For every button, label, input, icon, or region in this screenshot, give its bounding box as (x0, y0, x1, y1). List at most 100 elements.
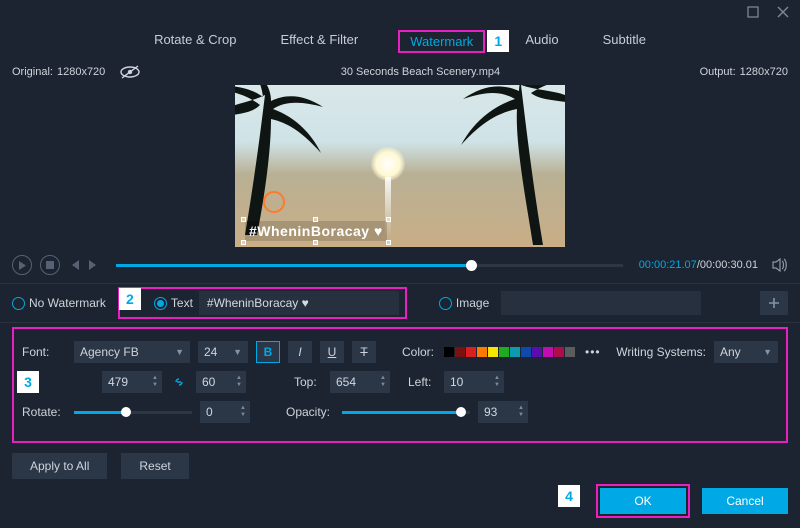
color-swatch[interactable] (455, 347, 465, 357)
color-swatch[interactable] (466, 347, 476, 357)
apply-to-all-button[interactable]: Apply to All (12, 453, 107, 479)
video-preview[interactable]: #WheninBoracay ♥ (235, 85, 565, 247)
color-swatch[interactable] (444, 347, 454, 357)
writing-system-select[interactable]: Any▼ (714, 341, 778, 363)
top-spinner[interactable]: ▲▼ (330, 371, 390, 393)
tab-bar: Rotate & Crop Effect & Filter Watermark … (0, 24, 800, 63)
size-height-input[interactable] (196, 371, 232, 393)
rotate-input[interactable] (200, 401, 236, 423)
bottom-buttons: Apply to All Reset (0, 443, 800, 479)
titlebar (0, 0, 800, 24)
original-label: Original: (12, 66, 53, 78)
tab-rotate-crop[interactable]: Rotate & Crop (150, 30, 240, 53)
radio-image[interactable]: Image (439, 296, 489, 310)
output-resolution: 1280x720 (740, 66, 788, 78)
preview-area: #WheninBoracay ♥ (0, 81, 800, 249)
timecode: 00:00:21.07/00:00:30.01 (639, 259, 758, 271)
radio-text[interactable]: Text (154, 296, 193, 310)
color-swatch[interactable] (521, 347, 531, 357)
rotate-handle-icon[interactable] (263, 191, 285, 213)
resolution-info: Original: 1280x720 30 Seconds Beach Scen… (0, 63, 800, 81)
italic-button[interactable]: I (288, 341, 312, 363)
compare-icon[interactable] (119, 65, 141, 79)
underline-button[interactable]: U (320, 341, 344, 363)
spin-up-icon[interactable]: ▲ (152, 375, 158, 382)
output-label: Output: (700, 66, 736, 78)
size-width-spinner[interactable]: ▲▼ (102, 371, 162, 393)
color-swatch[interactable] (532, 347, 542, 357)
radio-no-watermark[interactable]: No Watermark (12, 296, 106, 310)
maximize-button[interactable] (744, 3, 762, 21)
tab-watermark[interactable]: Watermark (406, 32, 477, 51)
volume-icon[interactable] (772, 258, 788, 272)
add-image-button[interactable] (760, 291, 788, 315)
top-label: Top: (294, 375, 322, 389)
filename: 30 Seconds Beach Scenery.mp4 (341, 66, 500, 78)
tab-audio[interactable]: Audio (521, 30, 562, 53)
strikethrough-button[interactable]: T (352, 341, 376, 363)
original-resolution: 1280x720 (57, 66, 105, 78)
left-input[interactable] (444, 371, 490, 393)
writing-system-value: Any (720, 345, 741, 359)
close-button[interactable] (774, 3, 792, 21)
font-size-value: 24 (204, 345, 217, 359)
callout-3: 3 (17, 371, 39, 393)
ok-button[interactable]: OK (600, 488, 686, 514)
next-frame-button[interactable] (88, 259, 100, 271)
watermark-source: No Watermark 2 Text Image (0, 283, 800, 323)
color-swatch[interactable] (477, 347, 487, 357)
color-label: Color: (402, 345, 436, 359)
font-family-value: Agency FB (80, 345, 139, 359)
color-swatch[interactable] (565, 347, 575, 357)
play-button[interactable] (12, 255, 32, 275)
link-aspect-icon[interactable] (172, 375, 186, 389)
footer-actions: 4 OK Cancel (596, 484, 788, 518)
cancel-button[interactable]: Cancel (702, 488, 788, 514)
size-width-input[interactable] (102, 371, 148, 393)
callout-2: 2 (119, 288, 141, 310)
stop-button[interactable] (40, 255, 60, 275)
opacity-slider[interactable] (342, 411, 470, 414)
color-swatch[interactable] (499, 347, 509, 357)
timeline[interactable] (116, 264, 623, 267)
font-family-select[interactable]: Agency FB▼ (74, 341, 190, 363)
color-swatch[interactable] (543, 347, 553, 357)
color-swatches[interactable] (444, 347, 575, 357)
image-radio-label: Image (456, 296, 489, 310)
top-input[interactable] (330, 371, 376, 393)
image-path-field[interactable] (501, 291, 701, 315)
video-editor-window: Rotate & Crop Effect & Filter Watermark … (0, 0, 800, 528)
left-label: Left: (408, 375, 436, 389)
no-watermark-label: No Watermark (29, 296, 106, 310)
writing-system-label: Writing Systems: (616, 345, 706, 359)
size-height-spinner[interactable]: ▲▼ (196, 371, 246, 393)
time-total: 00:00:30.01 (700, 259, 758, 271)
color-swatch[interactable] (510, 347, 520, 357)
watermark-settings: 3 Font: Agency FB▼ 24▼ B I U T Color: ••… (12, 327, 788, 443)
bold-button[interactable]: B (256, 341, 280, 363)
prev-frame-button[interactable] (68, 259, 80, 271)
tab-subtitle[interactable]: Subtitle (599, 30, 650, 53)
tab-effect-filter[interactable]: Effect & Filter (276, 30, 362, 53)
rotate-spinner[interactable]: ▲▼ (200, 401, 250, 423)
color-swatch[interactable] (554, 347, 564, 357)
opacity-spinner[interactable]: ▲▼ (478, 401, 528, 423)
callout-4: 4 (558, 485, 580, 507)
reset-button[interactable]: Reset (121, 453, 188, 479)
color-swatch[interactable] (488, 347, 498, 357)
watermark-text-input[interactable] (199, 291, 399, 315)
time-current: 00:00:21.07 (639, 259, 697, 271)
text-radio-label: Text (171, 296, 193, 310)
more-colors[interactable]: ••• (585, 345, 601, 359)
rotate-slider[interactable] (74, 411, 192, 414)
font-label: Font: (22, 345, 66, 359)
spin-down-icon[interactable]: ▼ (152, 382, 158, 389)
watermark-overlay-text: #WheninBoracay ♥ (249, 223, 383, 239)
opacity-label: Opacity: (286, 405, 334, 419)
watermark-overlay[interactable]: #WheninBoracay ♥ (245, 221, 387, 241)
font-size-select[interactable]: 24▼ (198, 341, 248, 363)
callout-1: 1 (487, 30, 509, 52)
opacity-input[interactable] (478, 401, 514, 423)
left-spinner[interactable]: ▲▼ (444, 371, 504, 393)
player-controls: 00:00:21.07/00:00:30.01 (0, 249, 800, 283)
